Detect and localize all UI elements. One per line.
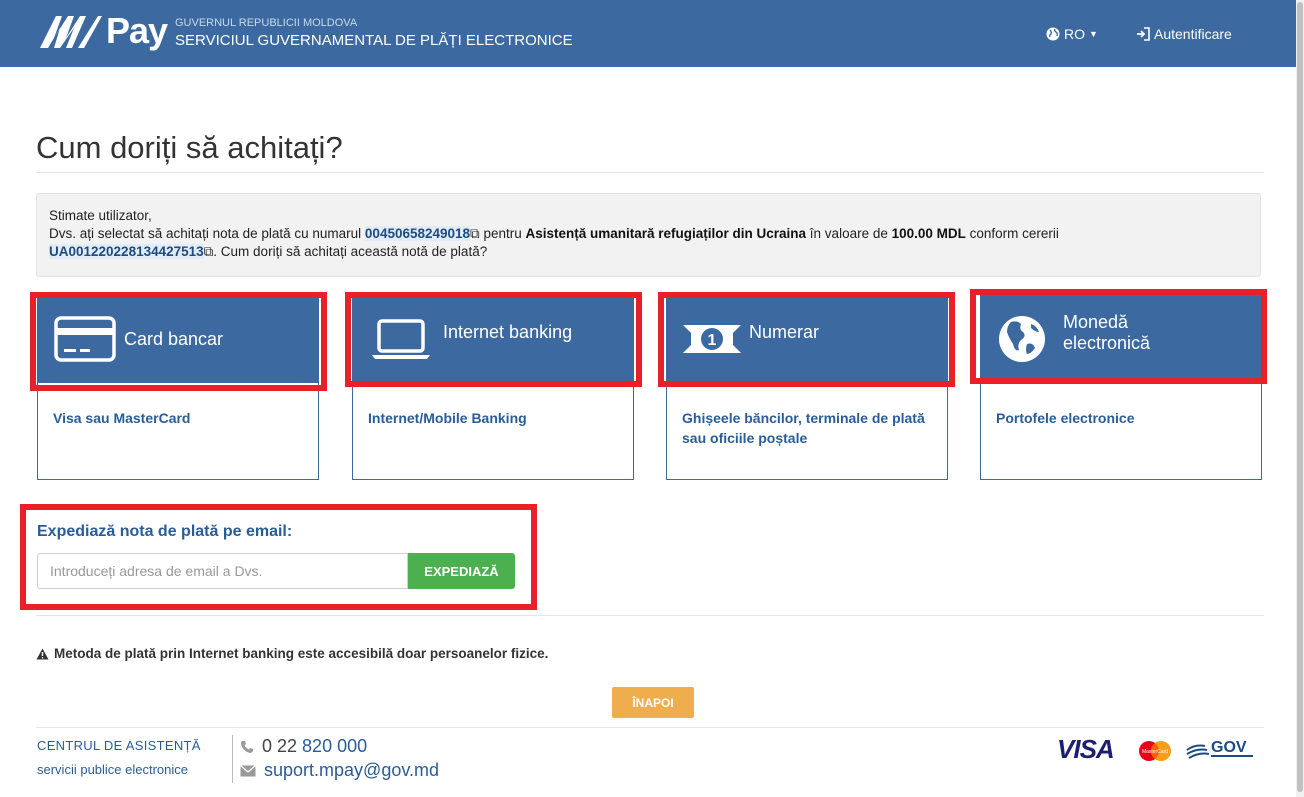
envelope-icon xyxy=(240,764,256,776)
payment-amount: 100.00 MDL xyxy=(891,226,966,241)
footer-separator xyxy=(232,735,233,783)
mastercard-text: MasterCard xyxy=(1142,749,1168,755)
gov-logo: GOV xyxy=(1186,739,1253,759)
support-email-address[interactable]: suport.mpay@gov.md xyxy=(264,760,439,781)
login-label: Autentificare xyxy=(1154,26,1232,42)
payment-description: Dvs. ați selectat să achitați nota de pl… xyxy=(49,225,1248,261)
support-phone[interactable]: 0 22 820 000 xyxy=(240,736,367,757)
highlight-box xyxy=(345,292,642,387)
scrollbar-thumb[interactable] xyxy=(1297,2,1303,792)
footer-divider xyxy=(36,727,1264,728)
info-text-4: conform cererii xyxy=(965,226,1059,241)
service-title: SERVICIUL GUVERNAMENTAL DE PLĂȚI ELECTRO… xyxy=(175,32,573,49)
card-description: Portofele electronice xyxy=(996,410,1135,426)
logo-pay-text: Pay xyxy=(106,10,168,51)
phone-prefix: 0 22 xyxy=(262,736,303,756)
info-text-3: în valoare de xyxy=(806,226,892,241)
phone-icon xyxy=(241,740,253,753)
service-name: Asistență umanitară refugiaților din Ucr… xyxy=(525,226,807,241)
caret-down-icon: ▼ xyxy=(1089,29,1098,39)
copy-icon[interactable]: ⧉ xyxy=(204,244,214,259)
warning-text: Metoda de plată prin Internet banking es… xyxy=(54,646,549,661)
copy-icon[interactable]: ⧉ xyxy=(470,226,480,241)
card-description: Ghișeele băncilor, terminale de plată sa… xyxy=(682,410,925,446)
gov-subtitle: GUVERNUL REPUBLICII MOLDOVA xyxy=(175,17,358,29)
request-number[interactable]: UA001220228134427513 xyxy=(49,244,204,259)
card-description: Visa sau MasterCard xyxy=(53,410,191,426)
language-selector[interactable]: RO ▼ xyxy=(1046,26,1098,42)
page-title: Cum doriți să achitați? xyxy=(36,130,343,165)
invoice-number[interactable]: 00450658249018 xyxy=(364,226,471,241)
top-navbar: Pay GUVERNUL REPUBLICII MOLDOVA SERVICIU… xyxy=(0,0,1296,67)
globe-icon xyxy=(1046,27,1060,41)
mpay-logo[interactable]: Pay xyxy=(38,10,168,54)
highlight-box xyxy=(30,292,327,391)
help-center-subtitle[interactable]: servicii publice electronice xyxy=(37,762,188,777)
title-divider xyxy=(36,172,1264,173)
info-text-1: Dvs. ați selectat să achitați nota de pl… xyxy=(49,226,365,241)
payment-info-box: Stimate utilizator, Dvs. ați selectat să… xyxy=(36,193,1261,277)
highlight-box xyxy=(970,289,1267,384)
support-email[interactable]: suport.mpay@gov.md xyxy=(240,760,439,781)
gov-logo-text: GOV xyxy=(1211,739,1247,756)
mastercard-logo: MasterCard xyxy=(1139,741,1171,761)
warning-triangle-icon xyxy=(36,648,49,659)
highlight-box xyxy=(658,292,955,387)
visa-logo: VISA xyxy=(1057,734,1115,764)
mpay-logo-mark-icon xyxy=(40,16,102,48)
email-input[interactable] xyxy=(37,553,408,589)
info-text-5: . Cum doriți să achitați această notă de… xyxy=(213,244,488,259)
language-label: RO xyxy=(1064,26,1085,42)
back-button[interactable]: ÎNAPOI xyxy=(612,687,694,718)
email-section-title: Expediază nota de plată pe email: xyxy=(37,523,293,540)
login-link[interactable]: Autentificare xyxy=(1136,26,1232,42)
info-text-2: pentru xyxy=(479,226,526,241)
card-description: Internet/Mobile Banking xyxy=(368,410,527,426)
sign-in-icon xyxy=(1137,27,1150,41)
internet-banking-warning: Metoda de plată prin Internet banking es… xyxy=(36,646,548,661)
section-divider xyxy=(36,615,1264,616)
greeting-text: Stimate utilizator, xyxy=(49,208,152,223)
phone-number[interactable]: 820 000 xyxy=(302,736,367,756)
send-email-button[interactable]: EXPEDIAZĂ xyxy=(408,553,515,589)
help-center-title[interactable]: CENTRUL DE ASISTENȚĂ xyxy=(37,738,201,753)
